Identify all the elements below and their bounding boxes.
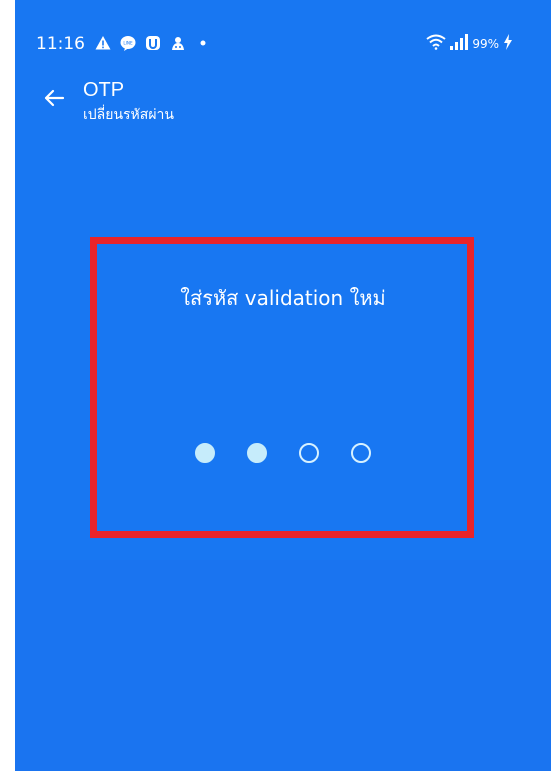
shield-app-icon (145, 35, 161, 51)
pin-indicator (15, 443, 551, 463)
otp-screen: 11:16 LINE 99% OTP เปลี่ยนรหัสผ่าน ใส่รห… (15, 0, 551, 771)
pin-dot-filled (247, 443, 267, 463)
status-time: 11:16 (36, 34, 85, 54)
signal-icon (450, 34, 469, 54)
page-subtitle: เปลี่ยนรหัสผ่าน (83, 107, 174, 123)
battery-level: 99% (472, 37, 499, 51)
charging-icon (503, 34, 513, 54)
status-bar: 11:16 LINE 99% (15, 0, 551, 62)
notification-icons: LINE (95, 35, 211, 51)
lower-panel (15, 560, 551, 771)
arrow-left-icon (42, 86, 66, 114)
pin-dot-empty (351, 443, 371, 463)
line-app-icon: LINE (120, 35, 136, 51)
status-indicators: 99% (426, 34, 513, 54)
page-title: OTP (83, 79, 125, 101)
dot-icon (195, 35, 211, 51)
pin-prompt: ใส่รหัส validation ใหม่ (180, 286, 386, 310)
wifi-icon (426, 34, 446, 54)
pin-dot-empty (299, 443, 319, 463)
warning-icon (95, 35, 111, 51)
back-button[interactable] (40, 86, 68, 114)
svg-text:LINE: LINE (123, 40, 133, 45)
pin-dot-filled (195, 443, 215, 463)
app-bar: OTP เปลี่ยนรหัสผ่าน (15, 74, 551, 134)
app-badge-icon (170, 35, 186, 51)
